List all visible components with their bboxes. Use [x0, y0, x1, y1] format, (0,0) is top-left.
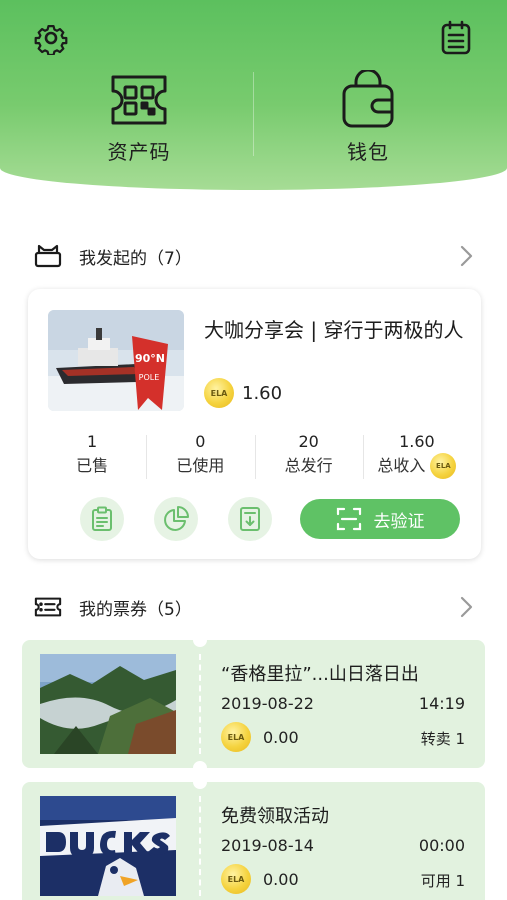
stat-value: 0: [195, 432, 206, 451]
ticket-thumbnail: [40, 796, 176, 896]
ticket-notch: [193, 761, 207, 775]
ticket-time: 00:00: [418, 836, 465, 855]
stat-issued: 20 总发行: [254, 431, 363, 481]
event-thumbnail: 90°N POLE: [48, 310, 184, 411]
wallet-button[interactable]: 钱包: [308, 70, 428, 165]
asset-code-label: 资产码: [107, 140, 171, 164]
clipboard-icon: [92, 506, 112, 531]
event-stats: 1 已售 0 已使用 20 总发行 1.60 总收入 ELA: [38, 431, 471, 481]
issued-section-title: 我发起的（7）: [79, 249, 192, 269]
ticket-title: 免费领取活动: [221, 806, 329, 827]
tickets-section-header[interactable]: 我的票券（5）: [0, 587, 507, 627]
export-button[interactable]: [228, 497, 272, 541]
stat-revenue: 1.60 总收入 ELA: [362, 431, 471, 481]
stat-label-row: 总收入 ELA: [377, 453, 457, 479]
document-download-icon: [240, 507, 260, 531]
ela-coin-icon: ELA: [221, 864, 251, 894]
event-actions: 去验证: [28, 495, 481, 541]
ticket-thumbnail: [40, 654, 176, 754]
header-banner: 资产码 钱包: [0, 0, 507, 190]
ticket-price: ELA 0.00: [221, 722, 299, 752]
stat-label: 已售: [76, 456, 109, 475]
ela-coin-icon: ELA: [204, 378, 234, 408]
ticket-perforation: [199, 796, 201, 896]
stat-used: 0 已使用: [146, 431, 254, 481]
chevron-right-icon: [456, 595, 476, 619]
verify-label: 去验证: [373, 511, 425, 532]
scan-icon: [336, 506, 362, 532]
ticket-price: ELA 0.00: [221, 864, 299, 894]
stat-value: 1.60: [399, 432, 435, 451]
qr-code-icon: [111, 75, 167, 125]
event-price-value: 1.60: [242, 382, 283, 404]
ticket-status: 转卖 1: [420, 730, 465, 748]
wallet-icon: [342, 70, 394, 128]
ticket-price-value: 0.00: [263, 869, 299, 889]
stat-label: 已使用: [176, 456, 225, 475]
statistics-button[interactable]: [154, 497, 198, 541]
ticket-title: “香格里拉”...山日落日出: [221, 664, 419, 685]
tickets-section-title: 我的票券（5）: [79, 600, 192, 620]
ela-coin-icon: ELA: [430, 453, 457, 479]
settings-button[interactable]: [33, 20, 69, 56]
stat-sold: 1 已售: [38, 431, 146, 481]
event-title: 大咖分享会 | 穿行于两极的人: [204, 318, 464, 342]
verify-button[interactable]: 去验证: [300, 499, 460, 539]
svg-text:POLE: POLE: [139, 373, 160, 382]
ticket-perforation: [199, 654, 201, 754]
cat-box-icon: [34, 242, 62, 270]
records-button[interactable]: [438, 20, 474, 56]
details-button[interactable]: [80, 497, 124, 541]
ticket-time: 14:19: [418, 694, 465, 713]
ticket-list-icon: [34, 593, 62, 621]
ticket-date: 2019-08-14: [221, 836, 314, 855]
ticket-price-value: 0.00: [263, 727, 299, 747]
chevron-right-icon: [456, 244, 476, 268]
ticket-date: 2019-08-22: [221, 694, 314, 713]
ticket-notch: [193, 633, 207, 647]
stat-value: 20: [298, 432, 319, 451]
header-divider: [253, 72, 254, 156]
asset-code-button[interactable]: 资产码: [79, 70, 199, 165]
stat-label: 总发行: [284, 456, 333, 475]
pie-chart-icon: [164, 506, 189, 531]
svg-text:90°N: 90°N: [135, 352, 165, 365]
ticket-notch: [193, 775, 207, 789]
event-card[interactable]: 90°N POLE 大咖分享会 | 穿行于两极的人 ELA 1.60 1 已售 …: [28, 289, 481, 559]
event-price: ELA 1.60: [204, 378, 282, 408]
ela-coin-icon: ELA: [221, 722, 251, 752]
stat-label: 总收入: [377, 456, 426, 475]
ticket-status: 可用 1: [420, 872, 465, 890]
stat-value: 1: [87, 432, 98, 451]
ticket-item[interactable]: “香格里拉”...山日落日出 2019-08-22 14:19 ELA 0.00…: [22, 633, 485, 775]
gear-icon: [34, 24, 68, 55]
wallet-label: 钱包: [347, 140, 389, 164]
ticket-item[interactable]: 免费领取活动 2019-08-14 00:00 ELA 0.00 可用 1: [22, 775, 485, 900]
clipboard-list-icon: [441, 20, 471, 55]
issued-section-header[interactable]: 我发起的（7）: [0, 236, 507, 276]
